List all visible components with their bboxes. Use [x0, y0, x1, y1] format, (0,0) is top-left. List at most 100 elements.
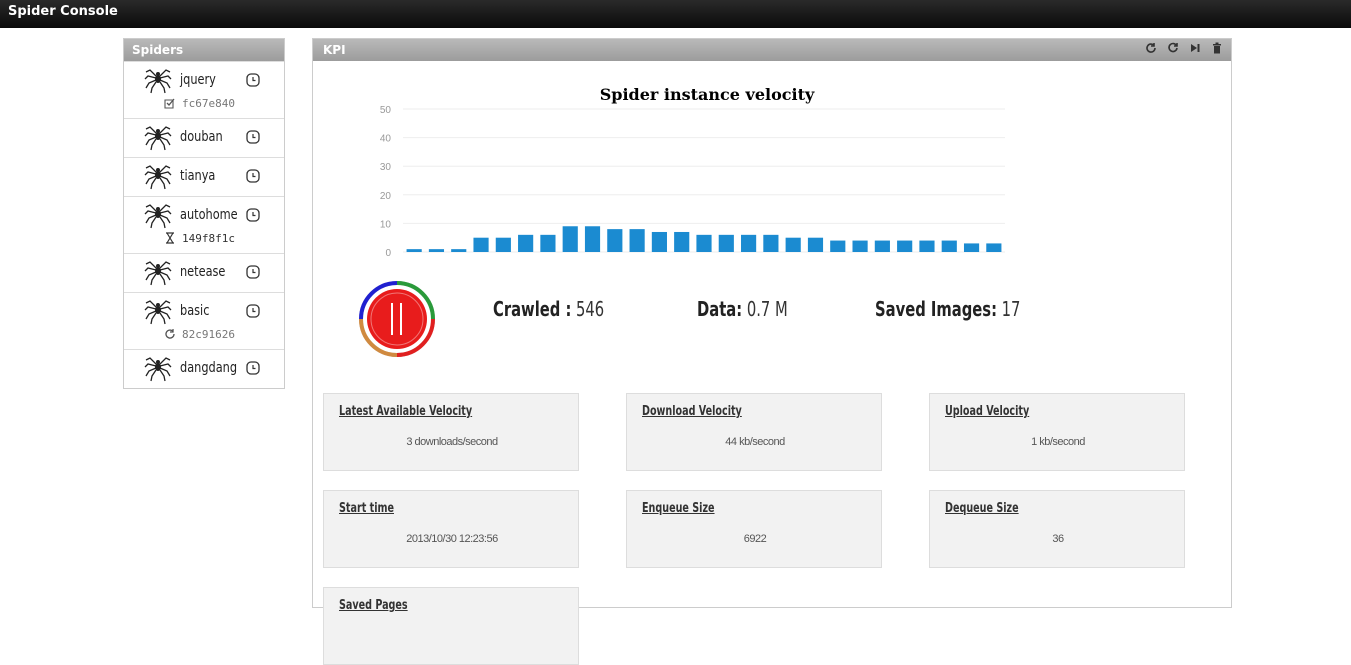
kpi-card: Saved Pages — [323, 587, 579, 665]
clock-icon[interactable] — [246, 169, 260, 183]
spider-row[interactable]: autohome — [124, 201, 284, 229]
instance-id[interactable]: 82c91626 — [182, 328, 235, 341]
crawled-stat: Crawled : 546 — [493, 297, 604, 321]
spider-row[interactable]: jquery — [124, 66, 284, 94]
velocity-bar[interactable] — [451, 249, 467, 252]
checkbox-icon — [164, 98, 175, 109]
velocity-bar[interactable] — [741, 234, 757, 252]
velocity-chart: Spider instance velocity 0 10 20 30 40 50 — [323, 79, 1083, 259]
pause-gauge-icon[interactable] — [357, 279, 437, 359]
kpi-panel-title: KPI — [323, 43, 346, 57]
velocity-bar[interactable] — [584, 226, 601, 252]
velocity-bar[interactable] — [986, 243, 1002, 252]
reload-icon[interactable] — [1167, 39, 1179, 61]
spider-icon — [144, 204, 172, 229]
spider-name[interactable]: netease — [180, 264, 236, 280]
spiders-panel: Spiders jquery fc67e840 douban tianya autoho… — [123, 38, 285, 389]
spider-name[interactable]: dangdang — [180, 360, 237, 376]
spider-list: jquery fc67e840 douban tianya autohome 149f8f… — [124, 61, 284, 388]
crawled-value: 546 — [576, 297, 605, 321]
velocity-bar[interactable] — [718, 234, 734, 252]
velocity-bar[interactable] — [941, 240, 957, 252]
spider-instance[interactable]: fc67e840 — [124, 94, 284, 112]
spider-item-autohome[interactable]: autohome 149f8f1c — [124, 196, 284, 253]
spider-instance[interactable]: 149f8f1c — [124, 229, 284, 247]
clock-icon[interactable] — [246, 208, 260, 222]
kpi-card-title[interactable]: Saved Pages — [339, 598, 408, 613]
spider-name[interactable]: basic — [180, 303, 236, 319]
spider-row[interactable]: tianya — [124, 162, 284, 190]
velocity-bar[interactable] — [562, 226, 578, 252]
velocity-bar[interactable] — [830, 240, 846, 252]
chart-title: Spider instance velocity — [599, 85, 815, 104]
images-stat: Saved Images: 17 — [875, 297, 1020, 321]
y-tick-label: 30 — [380, 162, 392, 173]
velocity-bar[interactable] — [495, 237, 511, 252]
spider-row[interactable]: douban — [124, 123, 284, 151]
clock-icon[interactable] — [246, 130, 260, 144]
spider-item-dangdang[interactable]: dangdang — [124, 349, 284, 388]
velocity-chart-svg: 0 10 20 30 40 50 — [380, 105, 1005, 259]
y-tick-label: 0 — [385, 248, 391, 259]
velocity-bar[interactable] — [629, 229, 645, 252]
spider-row[interactable]: basic — [124, 297, 284, 325]
velocity-bar[interactable] — [897, 240, 913, 252]
images-value: 17 — [1001, 297, 1021, 321]
kpi-card-title[interactable]: Enqueue Size — [642, 501, 715, 516]
velocity-bar[interactable] — [607, 229, 623, 252]
kpi-panel-header: KPI — [313, 39, 1231, 61]
velocity-bar[interactable] — [651, 231, 667, 252]
kpi-card-title[interactable]: Start time — [339, 501, 394, 516]
spider-name[interactable]: autohome — [180, 207, 238, 223]
velocity-bar[interactable] — [763, 234, 779, 252]
y-tick-label: 10 — [380, 219, 392, 230]
spider-icon — [144, 357, 172, 382]
kpi-card-title[interactable]: Download Velocity — [642, 404, 742, 419]
velocity-bar[interactable] — [852, 240, 868, 252]
velocity-bar[interactable] — [696, 234, 712, 252]
kpi-card-value: 44 kb/second — [725, 436, 785, 448]
spider-icon — [144, 165, 172, 190]
data-value: 0.7 M — [746, 297, 788, 321]
kpi-card-title[interactable]: Upload Velocity — [945, 404, 1029, 419]
spider-item-jquery[interactable]: jquery fc67e840 — [124, 61, 284, 118]
velocity-bar[interactable] — [807, 237, 824, 252]
panel-toolbar — [1145, 39, 1231, 61]
spider-name[interactable]: tianya — [180, 168, 236, 184]
app-title-bar: Spider Console — [0, 0, 1351, 28]
trash-icon[interactable] — [1211, 39, 1223, 61]
kpi-card-title[interactable]: Latest Available Velocity — [339, 404, 472, 419]
velocity-bar[interactable] — [518, 234, 534, 252]
spider-item-tianya[interactable]: tianya — [124, 157, 284, 196]
velocity-bar[interactable] — [428, 249, 445, 252]
spider-name[interactable]: douban — [180, 129, 236, 145]
instance-id[interactable]: fc67e840 — [182, 97, 235, 110]
clock-icon[interactable] — [246, 304, 260, 318]
velocity-bar[interactable] — [406, 249, 422, 252]
kpi-card-title[interactable]: Dequeue Size — [945, 501, 1019, 516]
clock-icon[interactable] — [246, 73, 260, 87]
spider-item-netease[interactable]: netease — [124, 253, 284, 292]
data-label: Data: — [697, 297, 743, 321]
spider-name[interactable]: jquery — [180, 72, 236, 88]
spider-item-basic[interactable]: basic 82c91626 — [124, 292, 284, 349]
data-stat: Data: 0.7 M — [697, 297, 788, 321]
kpi-card: Enqueue Size 6922 — [626, 490, 882, 568]
velocity-bar[interactable] — [473, 237, 489, 252]
spider-row[interactable]: dangdang — [124, 354, 284, 382]
spider-row[interactable]: netease — [124, 258, 284, 286]
step-icon[interactable] — [1189, 39, 1201, 61]
instance-id[interactable]: 149f8f1c — [182, 232, 235, 245]
velocity-bar[interactable] — [674, 231, 690, 252]
spider-item-douban[interactable]: douban — [124, 118, 284, 157]
velocity-bar[interactable] — [874, 240, 890, 252]
velocity-bar[interactable] — [963, 243, 980, 252]
velocity-bar[interactable] — [540, 234, 556, 252]
kpi-card-value: 1 kb/second — [1031, 436, 1085, 448]
clock-icon[interactable] — [246, 265, 260, 279]
clock-icon[interactable] — [246, 361, 260, 375]
velocity-bar[interactable] — [785, 237, 801, 252]
spider-instance[interactable]: 82c91626 — [124, 325, 284, 343]
velocity-bar[interactable] — [919, 240, 935, 252]
refresh-icon[interactable] — [1145, 39, 1157, 61]
